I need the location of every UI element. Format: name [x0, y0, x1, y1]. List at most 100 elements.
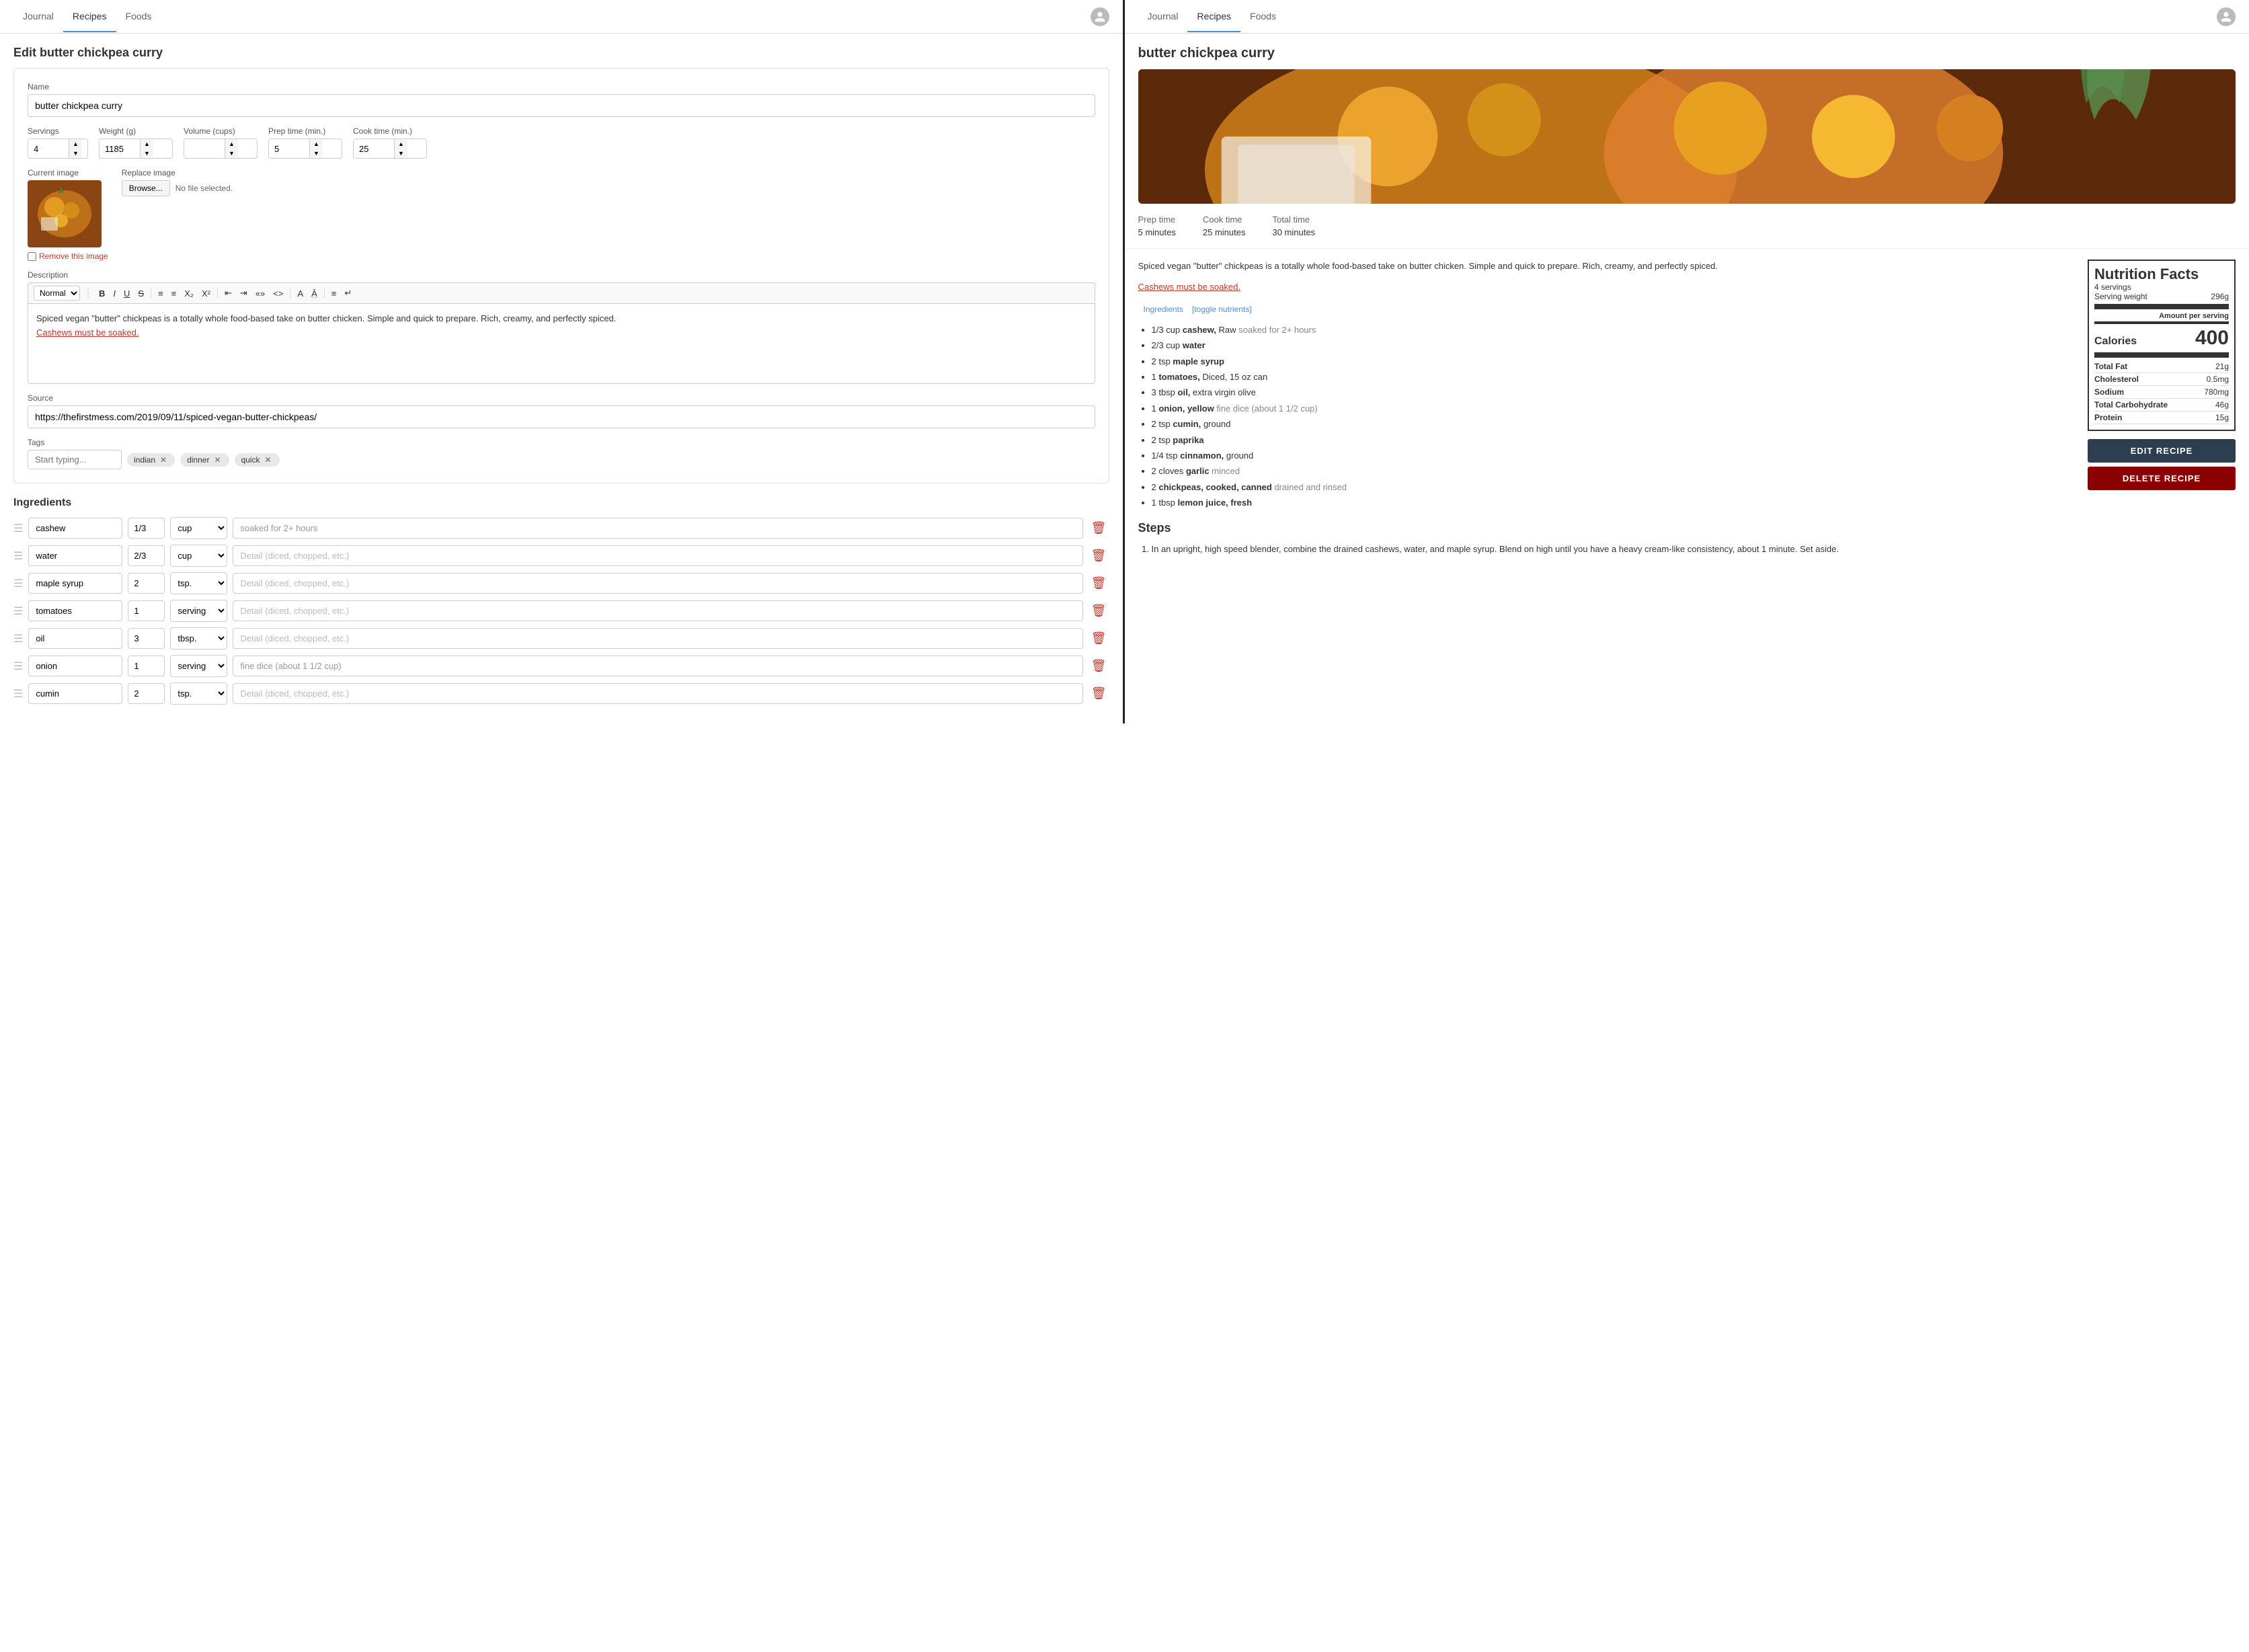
- ingredient-name-cumin[interactable]: [28, 683, 122, 704]
- remove-image-checkbox[interactable]: [28, 252, 36, 261]
- nav-tab-foods-right[interactable]: Foods: [1240, 1, 1286, 32]
- ingredient-delete-oil[interactable]: 🗑: [1089, 629, 1109, 648]
- font-bg-button[interactable]: Ā: [309, 287, 320, 300]
- ingredient-name-water[interactable]: [28, 545, 122, 566]
- ingredient-detail-onion[interactable]: [233, 656, 1082, 676]
- drag-handle-onion[interactable]: ☰: [13, 660, 23, 673]
- style-select[interactable]: Normal: [34, 286, 80, 301]
- cook-time-up[interactable]: ▲: [395, 139, 407, 149]
- list-item: 2 tsp cumin, ground: [1152, 416, 2075, 432]
- drag-handle-water[interactable]: ☰: [13, 549, 23, 563]
- ingredient-qty-water[interactable]: [128, 545, 165, 566]
- ingredient-unit-onion[interactable]: servingcuptsp.tbsp.: [170, 655, 227, 677]
- ingredient-detail-cashew[interactable]: [233, 518, 1082, 539]
- ingredient-delete-onion[interactable]: 🗑: [1089, 656, 1109, 676]
- user-avatar-right[interactable]: [2217, 7, 2236, 26]
- weight-up[interactable]: ▲: [141, 139, 153, 149]
- ingredient-detail-cumin[interactable]: [233, 683, 1082, 704]
- tag-remove-indian[interactable]: ✕: [159, 455, 168, 465]
- volume-group: Volume (cups) ▲ ▼: [184, 126, 258, 159]
- prep-time-up[interactable]: ▲: [310, 139, 323, 149]
- indent-left-button[interactable]: ⇤: [222, 286, 235, 300]
- tag-remove-quick[interactable]: ✕: [264, 455, 273, 465]
- clear-format-button[interactable]: ↵: [342, 286, 354, 300]
- user-avatar-left[interactable]: [1091, 7, 1109, 26]
- source-input[interactable]: [28, 405, 1095, 428]
- ingredient-qty-tomatoes[interactable]: [128, 600, 165, 621]
- prep-time-input[interactable]: [269, 139, 309, 158]
- browse-button[interactable]: Browse...: [122, 180, 170, 196]
- ingredient-name-cashew[interactable]: [28, 518, 122, 539]
- ingredient-delete-tomatoes[interactable]: 🗑: [1089, 601, 1109, 621]
- servings-up[interactable]: ▲: [69, 139, 82, 149]
- ingredient-detail-tomatoes[interactable]: [233, 600, 1082, 621]
- drag-handle-tomatoes[interactable]: ☰: [13, 604, 23, 618]
- drag-handle-cashew[interactable]: ☰: [13, 522, 23, 535]
- ingredient-delete-water[interactable]: 🗑: [1089, 546, 1109, 565]
- nav-tab-journal-left[interactable]: Journal: [13, 1, 63, 32]
- subscript-button[interactable]: X₂: [182, 287, 196, 300]
- recipe-meta-row: Prep time 5 minutes Cook time 25 minutes…: [1125, 204, 2249, 249]
- weight-down[interactable]: ▼: [141, 149, 153, 158]
- ingredient-unit-cashew[interactable]: cuptsp.tbsp.serving: [170, 517, 227, 539]
- nav-tab-recipes-right[interactable]: Recipes: [1187, 1, 1240, 32]
- drag-handle-maple-syrup[interactable]: ☰: [13, 577, 23, 590]
- underline-button[interactable]: U: [121, 287, 132, 300]
- ingredient-detail-water[interactable]: [233, 545, 1082, 566]
- drag-handle-cumin[interactable]: ☰: [13, 687, 23, 701]
- cook-time-input[interactable]: [354, 139, 394, 158]
- ingredient-detail-maple-syrup[interactable]: [233, 573, 1082, 594]
- ingredient-row-oil: ☰ tbsp.cuptsp.serving 🗑: [13, 627, 1109, 650]
- ingredient-unit-maple-syrup[interactable]: tsp.cuptbsp.serving: [170, 572, 227, 594]
- ingredient-detail-oil[interactable]: [233, 628, 1082, 649]
- ingredient-qty-oil[interactable]: [128, 628, 165, 649]
- font-color-button[interactable]: A: [294, 287, 306, 300]
- nav-tab-recipes-left[interactable]: Recipes: [63, 1, 116, 32]
- align-button[interactable]: ≡: [329, 287, 340, 300]
- weight-input[interactable]: [100, 139, 140, 158]
- superscript-button[interactable]: X²: [199, 287, 213, 300]
- ingredient-delete-cashew[interactable]: 🗑: [1089, 518, 1109, 538]
- code-button[interactable]: <>: [270, 287, 286, 300]
- ingredient-qty-cashew[interactable]: [128, 518, 165, 539]
- tags-input[interactable]: [28, 450, 122, 469]
- remove-image-button[interactable]: Remove this image: [28, 251, 108, 261]
- indent-right-button[interactable]: ⇥: [237, 286, 250, 300]
- bold-button[interactable]: B: [96, 287, 108, 300]
- ingredient-unit-cumin[interactable]: tsp.cuptbsp.serving: [170, 682, 227, 705]
- ingredient-delete-cumin[interactable]: 🗑: [1089, 684, 1109, 703]
- list-item: 2 cloves garlic minced: [1152, 463, 2075, 479]
- ingredient-unit-water[interactable]: cuptsp.tbsp.serving: [170, 545, 227, 567]
- ingredient-name-onion[interactable]: [28, 656, 122, 676]
- blockquote-button[interactable]: «»: [253, 287, 268, 300]
- name-input[interactable]: [28, 94, 1095, 117]
- ingredient-qty-onion[interactable]: [128, 656, 165, 676]
- prep-time-down[interactable]: ▼: [310, 149, 323, 158]
- italic-button[interactable]: I: [110, 287, 118, 300]
- strikethrough-button[interactable]: S: [135, 287, 147, 300]
- description-editor[interactable]: Spiced vegan "butter" chickpeas is a tot…: [28, 303, 1095, 384]
- nav-tab-foods-left[interactable]: Foods: [116, 1, 161, 32]
- ingredient-unit-tomatoes[interactable]: servingcuptsp.tbsp.: [170, 600, 227, 622]
- ingredient-name-tomatoes[interactable]: [28, 600, 122, 621]
- volume-up[interactable]: ▲: [225, 139, 238, 149]
- servings-down[interactable]: ▼: [69, 149, 82, 158]
- ingredient-name-oil[interactable]: [28, 628, 122, 649]
- cook-time-down[interactable]: ▼: [395, 149, 407, 158]
- nav-tab-journal-right[interactable]: Journal: [1138, 1, 1188, 32]
- drag-handle-oil[interactable]: ☰: [13, 632, 23, 645]
- tag-remove-dinner[interactable]: ✕: [212, 455, 222, 465]
- servings-input[interactable]: [28, 139, 69, 158]
- delete-recipe-button[interactable]: DELETE RECIPE: [2088, 467, 2236, 490]
- ingredient-qty-maple-syrup[interactable]: [128, 573, 165, 594]
- ingredient-unit-oil[interactable]: tbsp.cuptsp.serving: [170, 627, 227, 650]
- ingredient-delete-maple-syrup[interactable]: 🗑: [1089, 574, 1109, 593]
- volume-input[interactable]: [184, 139, 225, 158]
- volume-down[interactable]: ▼: [225, 149, 238, 158]
- ingredient-qty-cumin[interactable]: [128, 683, 165, 704]
- ingredient-name-maple-syrup[interactable]: [28, 573, 122, 594]
- toggle-nutrients-link[interactable]: [toggle nutrients]: [1192, 305, 1252, 314]
- edit-recipe-button[interactable]: EDIT RECIPE: [2088, 439, 2236, 463]
- ul-button[interactable]: ≡: [169, 287, 180, 300]
- ol-button[interactable]: ≡: [155, 287, 166, 300]
